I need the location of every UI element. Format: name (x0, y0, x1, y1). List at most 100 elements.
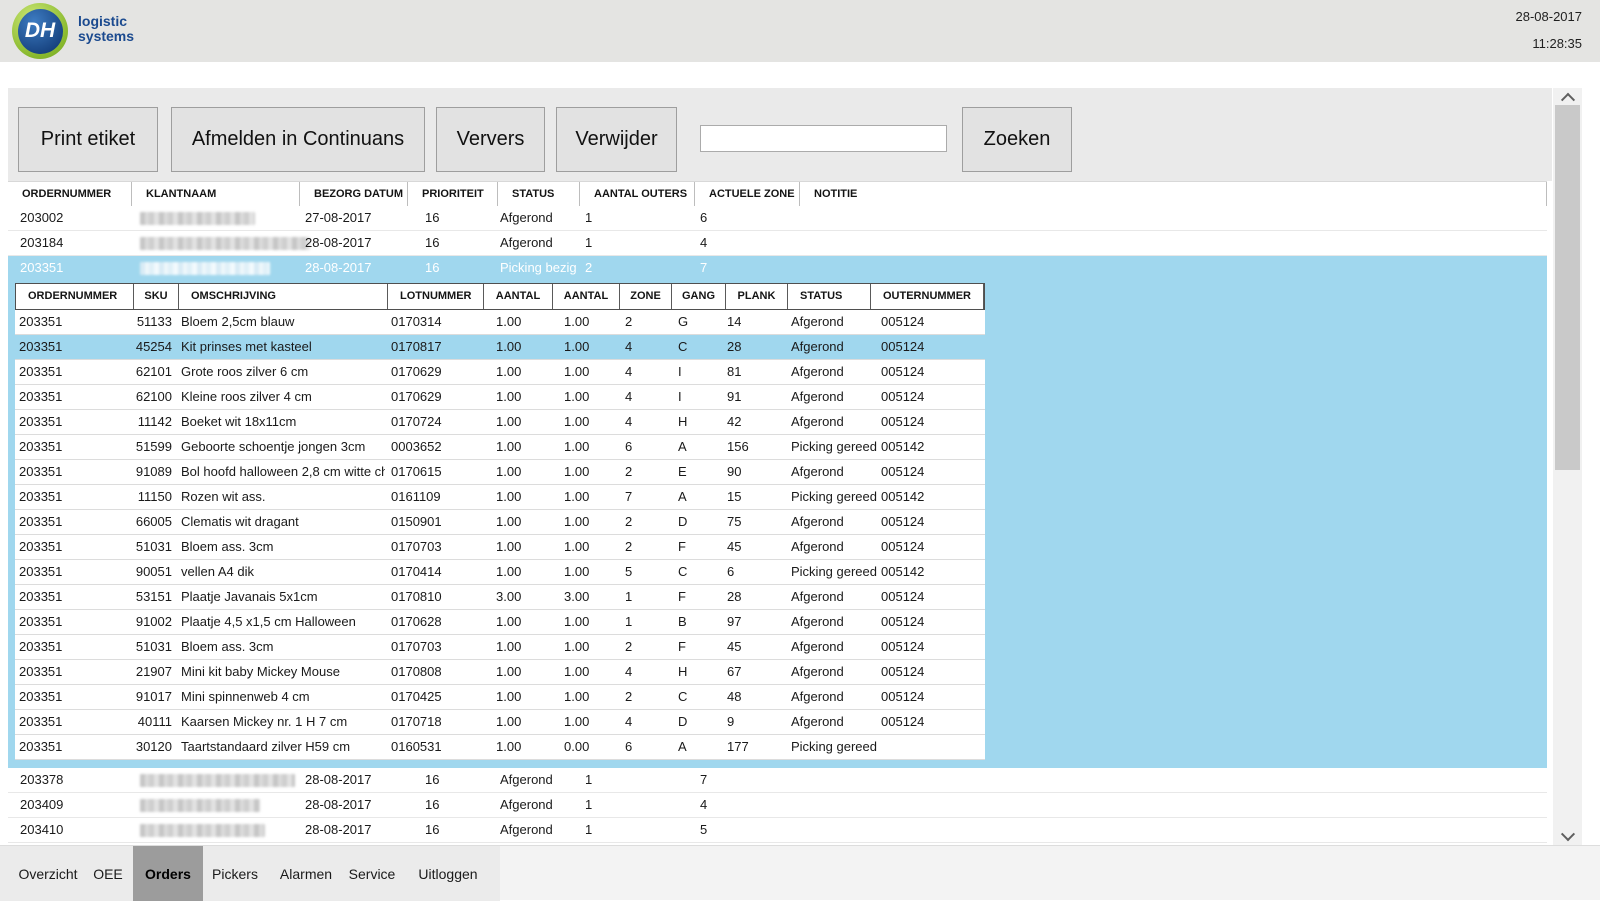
tab-oee[interactable]: OEE (88, 846, 128, 901)
line-lotnummer-cell: 0170703 (391, 535, 442, 560)
order-line-row-51031[interactable]: 20335151031Bloem ass. 3cm01707031.001.00… (15, 635, 985, 660)
prioriteit-cell: 16 (425, 818, 439, 843)
tab-alarmen[interactable]: Alarmen (278, 846, 334, 901)
ververs-button[interactable]: Ververs (436, 107, 545, 172)
line-zone-cell: 5 (625, 560, 632, 585)
order-line-row-90051[interactable]: 20335190051vellen A4 dik01704141.001.005… (15, 560, 985, 585)
order-line-row-21907[interactable]: 20335121907Mini kit baby Mickey Mouse017… (15, 660, 985, 685)
aantal-outers-cell: 1 (585, 231, 592, 256)
line-aantal-1-cell: 1.00 (496, 510, 521, 535)
tab-uitloggen[interactable]: Uitloggen (416, 846, 480, 901)
order-line-row-91002[interactable]: 20335191002Plaatje 4,5 x1,5 cm Halloween… (15, 610, 985, 635)
line-gang-cell: G (678, 310, 688, 335)
line-gang-cell: D (678, 510, 687, 535)
line-ordernummer-cell: 203351 (19, 685, 62, 710)
orders-column-notitie[interactable]: NOTITIE (800, 182, 1547, 207)
klantnaam-cell (140, 206, 255, 231)
ordernummer-cell: 203410 (20, 818, 63, 843)
scrollbar-down-button[interactable] (1553, 828, 1582, 845)
orders-column-ordernummer[interactable]: ORDERNUMMER (8, 182, 132, 207)
order-line-row-53151[interactable]: 20335153151Plaatje Javanais 5x1cm0170810… (15, 585, 985, 610)
orders-column-prioriteit[interactable]: PRIORITEIT (408, 182, 498, 207)
line-sku-cell: 51599 (130, 435, 172, 460)
order-line-row-11150[interactable]: 20335111150Rozen wit ass.01611091.001.00… (15, 485, 985, 510)
line-ordernummer-cell: 203351 (19, 435, 62, 460)
line-status-cell: Afgerond (791, 685, 883, 710)
detail-column-gang[interactable]: GANG (672, 284, 726, 309)
ordernummer-cell: 203351 (20, 256, 63, 281)
bezorg-datum-cell: 28-08-2017 (305, 793, 372, 818)
line-gang-cell: C (678, 335, 687, 360)
prioriteit-cell: 16 (425, 256, 439, 281)
line-lotnummer-cell: 0170314 (391, 310, 442, 335)
tab-orders[interactable]: Orders (133, 846, 203, 901)
detail-column-zone[interactable]: ZONE (620, 284, 672, 309)
orders-column-bezorg-datum[interactable]: BEZORG DATUM (300, 182, 408, 207)
line-outernummer-cell: 005124 (881, 410, 924, 435)
line-aantal-1-cell: 1.00 (496, 460, 521, 485)
print-etiket-button[interactable]: Print etiket (18, 107, 158, 172)
line-zone-cell: 6 (625, 735, 632, 760)
detail-column-aantal-1[interactable]: AANTAL (484, 284, 553, 309)
bezorg-datum-cell: 28-08-2017 (305, 256, 372, 281)
order-lines-table: ORDERNUMMER SKU OMSCHRIJVING LOTNUMMER A… (15, 283, 985, 760)
line-gang-cell: B (678, 610, 687, 635)
order-row-203351[interactable]: 20335128-08-201716Picking bezig27 (8, 256, 1547, 281)
orders-column-status[interactable]: STATUS (498, 182, 580, 207)
line-plank-cell: 9 (727, 710, 734, 735)
tab-pickers[interactable]: Pickers (210, 846, 260, 901)
afmelden-in-continuans-button[interactable]: Afmelden in Continuans (171, 107, 425, 172)
order-row-203378[interactable]: 20337828-08-201716Afgerond17 (8, 768, 1547, 793)
line-sku-cell: 90051 (130, 560, 172, 585)
order-line-row-11142[interactable]: 20335111142Boeket wit 18x11cm01707241.00… (15, 410, 985, 435)
tab-service[interactable]: Service (348, 846, 396, 901)
order-line-row-51133[interactable]: 20335151133Bloem 2,5cm blauw01703141.001… (15, 310, 985, 335)
order-line-row-62101[interactable]: 20335162101Grote roos zilver 6 cm0170629… (15, 360, 985, 385)
detail-column-omschrijving[interactable]: OMSCHRIJVING (179, 284, 388, 309)
detail-column-sku[interactable]: SKU (134, 284, 179, 309)
orders-column-aantal-outers[interactable]: AANTAL OUTERS (580, 182, 695, 207)
orders-column-klantnaam[interactable]: KLANTNAAM (132, 182, 300, 207)
order-line-row-91089[interactable]: 20335191089Bol hoofd halloween 2,8 cm wi… (15, 460, 985, 485)
line-ordernummer-cell: 203351 (19, 585, 62, 610)
line-zone-cell: 4 (625, 385, 632, 410)
zoeken-button[interactable]: Zoeken (962, 107, 1072, 172)
line-zone-cell: 1 (625, 610, 632, 635)
line-zone-cell: 4 (625, 335, 632, 360)
order-line-row-51031[interactable]: 20335151031Bloem ass. 3cm01707031.001.00… (15, 535, 985, 560)
current-date: 28-08-2017 (1516, 9, 1583, 24)
line-aantal-2-cell: 1.00 (564, 435, 589, 460)
order-line-row-91017[interactable]: 20335191017Mini spinnenweb 4 cm01704251.… (15, 685, 985, 710)
order-line-row-66005[interactable]: 20335166005Clematis wit dragant01509011.… (15, 510, 985, 535)
line-lotnummer-cell: 0170629 (391, 385, 442, 410)
detail-column-outernummer[interactable]: OUTERNUMMER (871, 284, 984, 309)
scrollbar-up-button[interactable] (1553, 88, 1582, 105)
order-line-row-40111[interactable]: 20335140111Kaarsen Mickey nr. 1 H 7 cm01… (15, 710, 985, 735)
order-row-203184[interactable]: 20318428-08-201716Afgerond14 (8, 231, 1547, 256)
order-row-203409[interactable]: 20340928-08-201716Afgerond14 (8, 793, 1547, 818)
line-zone-cell: 6 (625, 435, 632, 460)
verwijder-button[interactable]: Verwijder (556, 107, 677, 172)
line-status-cell: Afgerond (791, 610, 883, 635)
order-line-row-45254[interactable]: 20335145254Kit prinses met kasteel017081… (15, 335, 985, 360)
detail-column-status[interactable]: STATUS (788, 284, 871, 309)
line-aantal-1-cell: 1.00 (496, 485, 521, 510)
order-line-row-51599[interactable]: 20335151599Geboorte schoentje jongen 3cm… (15, 435, 985, 460)
line-outernummer-cell: 005124 (881, 360, 924, 385)
detail-column-lotnummer[interactable]: LOTNUMMER (388, 284, 484, 309)
tab-overzicht[interactable]: Overzicht (10, 846, 86, 901)
order-row-203002[interactable]: 20300227-08-201716Afgerond16 (8, 206, 1547, 231)
search-input[interactable] (700, 125, 947, 152)
vertical-scrollbar[interactable] (1553, 88, 1582, 845)
actuele-zone-cell: 7 (700, 256, 707, 281)
orders-column-actuele-zone[interactable]: ACTUELE ZONE (695, 182, 800, 207)
prioriteit-cell: 16 (425, 793, 439, 818)
order-line-row-62100[interactable]: 20335162100Kleine roos zilver 4 cm017062… (15, 385, 985, 410)
line-aantal-1-cell: 1.00 (496, 335, 521, 360)
order-line-row-30120[interactable]: 20335130120Taartstandaard zilver H59 cm0… (15, 735, 985, 760)
detail-column-aantal-2[interactable]: AANTAL (553, 284, 620, 309)
scrollbar-thumb[interactable] (1555, 105, 1580, 470)
detail-column-plank[interactable]: PLANK (726, 284, 788, 309)
order-row-203410[interactable]: 20341028-08-201716Afgerond15 (8, 818, 1547, 843)
detail-column-ordernummer[interactable]: ORDERNUMMER (16, 284, 134, 309)
